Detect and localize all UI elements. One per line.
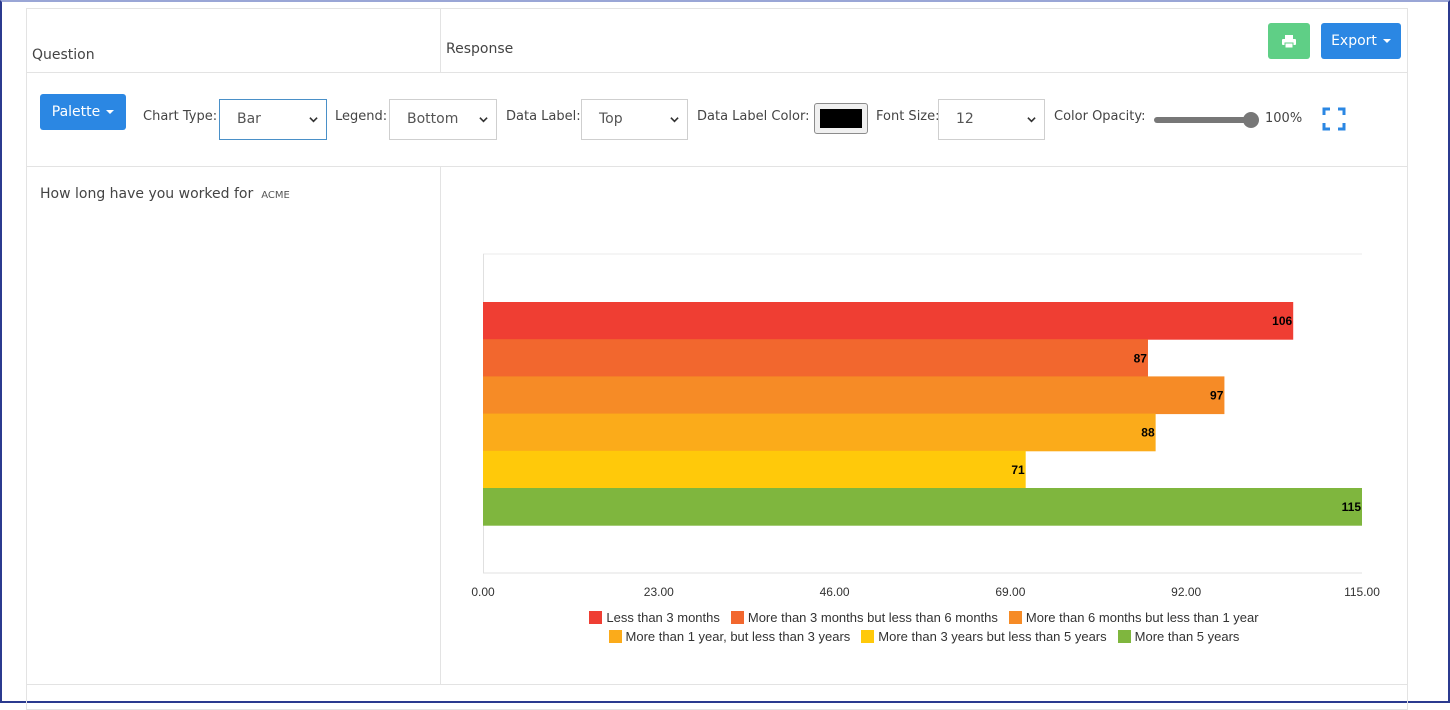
chart-type-select[interactable]: Bar: [219, 99, 327, 140]
opacity-slider-thumb[interactable]: [1243, 112, 1259, 128]
legend-select[interactable]: Bottom: [389, 99, 497, 140]
chevron-down-icon: [309, 117, 318, 123]
legend-label: Less than 3 months: [606, 610, 720, 625]
data-label-color-label: Data Label Color:: [697, 109, 810, 124]
legend-row: Less than 3 months More than 3 months but…: [441, 608, 1407, 627]
opacity-slider-track[interactable]: [1154, 117, 1250, 123]
data-label: 88: [1141, 426, 1155, 440]
font-size-select[interactable]: 12: [938, 99, 1045, 140]
bar-chart: 106 87 97 88 71 115 0.00 23.00 46.00 69.00 92.00 11…: [471, 253, 1380, 599]
x-tick-label: 69.00: [995, 585, 1025, 599]
legend-value: Bottom: [407, 111, 459, 127]
legend-label: More than 6 months but less than 1 year: [1025, 610, 1259, 625]
question-label: How long have you worked for: [40, 186, 254, 202]
company-tag: ACME: [261, 190, 290, 201]
chart-type-value: Bar: [237, 111, 261, 127]
fullscreen-icon[interactable]: [1322, 107, 1346, 131]
legend-label: More than 3 months but less than 6 month…: [747, 610, 998, 625]
data-label: 71: [1011, 463, 1025, 477]
data-label-label: Data Label:: [506, 109, 581, 124]
export-label: Export: [1331, 33, 1377, 49]
legend-label: More than 1 year, but less than 3 years: [625, 629, 851, 644]
x-tick-label: 92.00: [1171, 585, 1201, 599]
legend-swatch: [1008, 611, 1022, 624]
data-label-color-picker[interactable]: [814, 103, 868, 134]
legend-swatch: [589, 611, 603, 624]
caret-down-icon: [106, 110, 115, 114]
data-label: 115: [1342, 500, 1362, 514]
toolbar-divider: [26, 166, 1407, 167]
row-divider: [26, 684, 1407, 685]
data-label-select[interactable]: Top: [581, 99, 688, 140]
bar: [483, 339, 1148, 377]
column-divider: [440, 9, 441, 72]
legend-label: More than 5 years: [1134, 629, 1240, 644]
legend-item[interactable]: More than 5 years: [1117, 629, 1240, 644]
chevron-down-icon: [479, 117, 488, 123]
legend-item[interactable]: More than 1 year, but less than 3 years: [608, 629, 851, 644]
printer-icon: [1282, 34, 1296, 48]
font-size-label: Font Size:: [876, 109, 940, 124]
header-divider: [26, 72, 1407, 73]
x-tick-label: 23.00: [644, 585, 674, 599]
chart-type-label: Chart Type:: [143, 109, 218, 124]
bar: [483, 302, 1294, 340]
legend-item[interactable]: Less than 3 months: [589, 610, 720, 625]
legend-item[interactable]: More than 6 months but less than 1 year: [1008, 610, 1259, 625]
color-swatch-fill: [820, 109, 862, 128]
bar: [483, 450, 1026, 489]
legend-label: More than 3 years but less than 5 years: [878, 629, 1107, 644]
palette-button[interactable]: Palette: [40, 94, 126, 130]
chart-legend: Less than 3 months More than 3 months but…: [441, 608, 1407, 646]
legend-swatch: [730, 611, 744, 624]
legend-item[interactable]: More than 3 months but less than 6 month…: [730, 610, 998, 625]
x-tick-label: 46.00: [820, 585, 850, 599]
export-button[interactable]: Export: [1321, 23, 1401, 59]
bar: [483, 413, 1156, 452]
legend-swatch: [1117, 630, 1131, 643]
legend-item[interactable]: More than 3 years but less than 5 years: [861, 629, 1107, 644]
opacity-value: 100%: [1265, 111, 1303, 126]
legend-swatch: [608, 630, 622, 643]
x-tick-label: 115.00: [1344, 585, 1380, 599]
data-label: 87: [1134, 351, 1148, 365]
chevron-down-icon: [670, 117, 679, 123]
data-label-value: Top: [599, 111, 623, 127]
x-tick-label: 0.00: [471, 585, 495, 599]
response-column-header: Response: [446, 41, 514, 57]
color-opacity-label: Color Opacity:: [1054, 109, 1146, 124]
legend-swatch: [861, 630, 875, 643]
bar: [483, 488, 1362, 526]
data-label: 106: [1272, 314, 1292, 328]
data-label: 97: [1210, 389, 1224, 403]
bar: [483, 376, 1225, 415]
caret-down-icon: [1382, 39, 1391, 43]
question-text: How long have you worked for ACME: [40, 186, 290, 202]
legend-label: Legend:: [335, 109, 388, 124]
question-column-header: Question: [32, 47, 95, 63]
legend-row: More than 1 year, but less than 3 years M…: [441, 627, 1407, 646]
palette-label: Palette: [51, 104, 101, 120]
font-size-value: 12: [956, 111, 974, 127]
chevron-down-icon: [1027, 117, 1036, 123]
print-button[interactable]: [1268, 23, 1310, 59]
